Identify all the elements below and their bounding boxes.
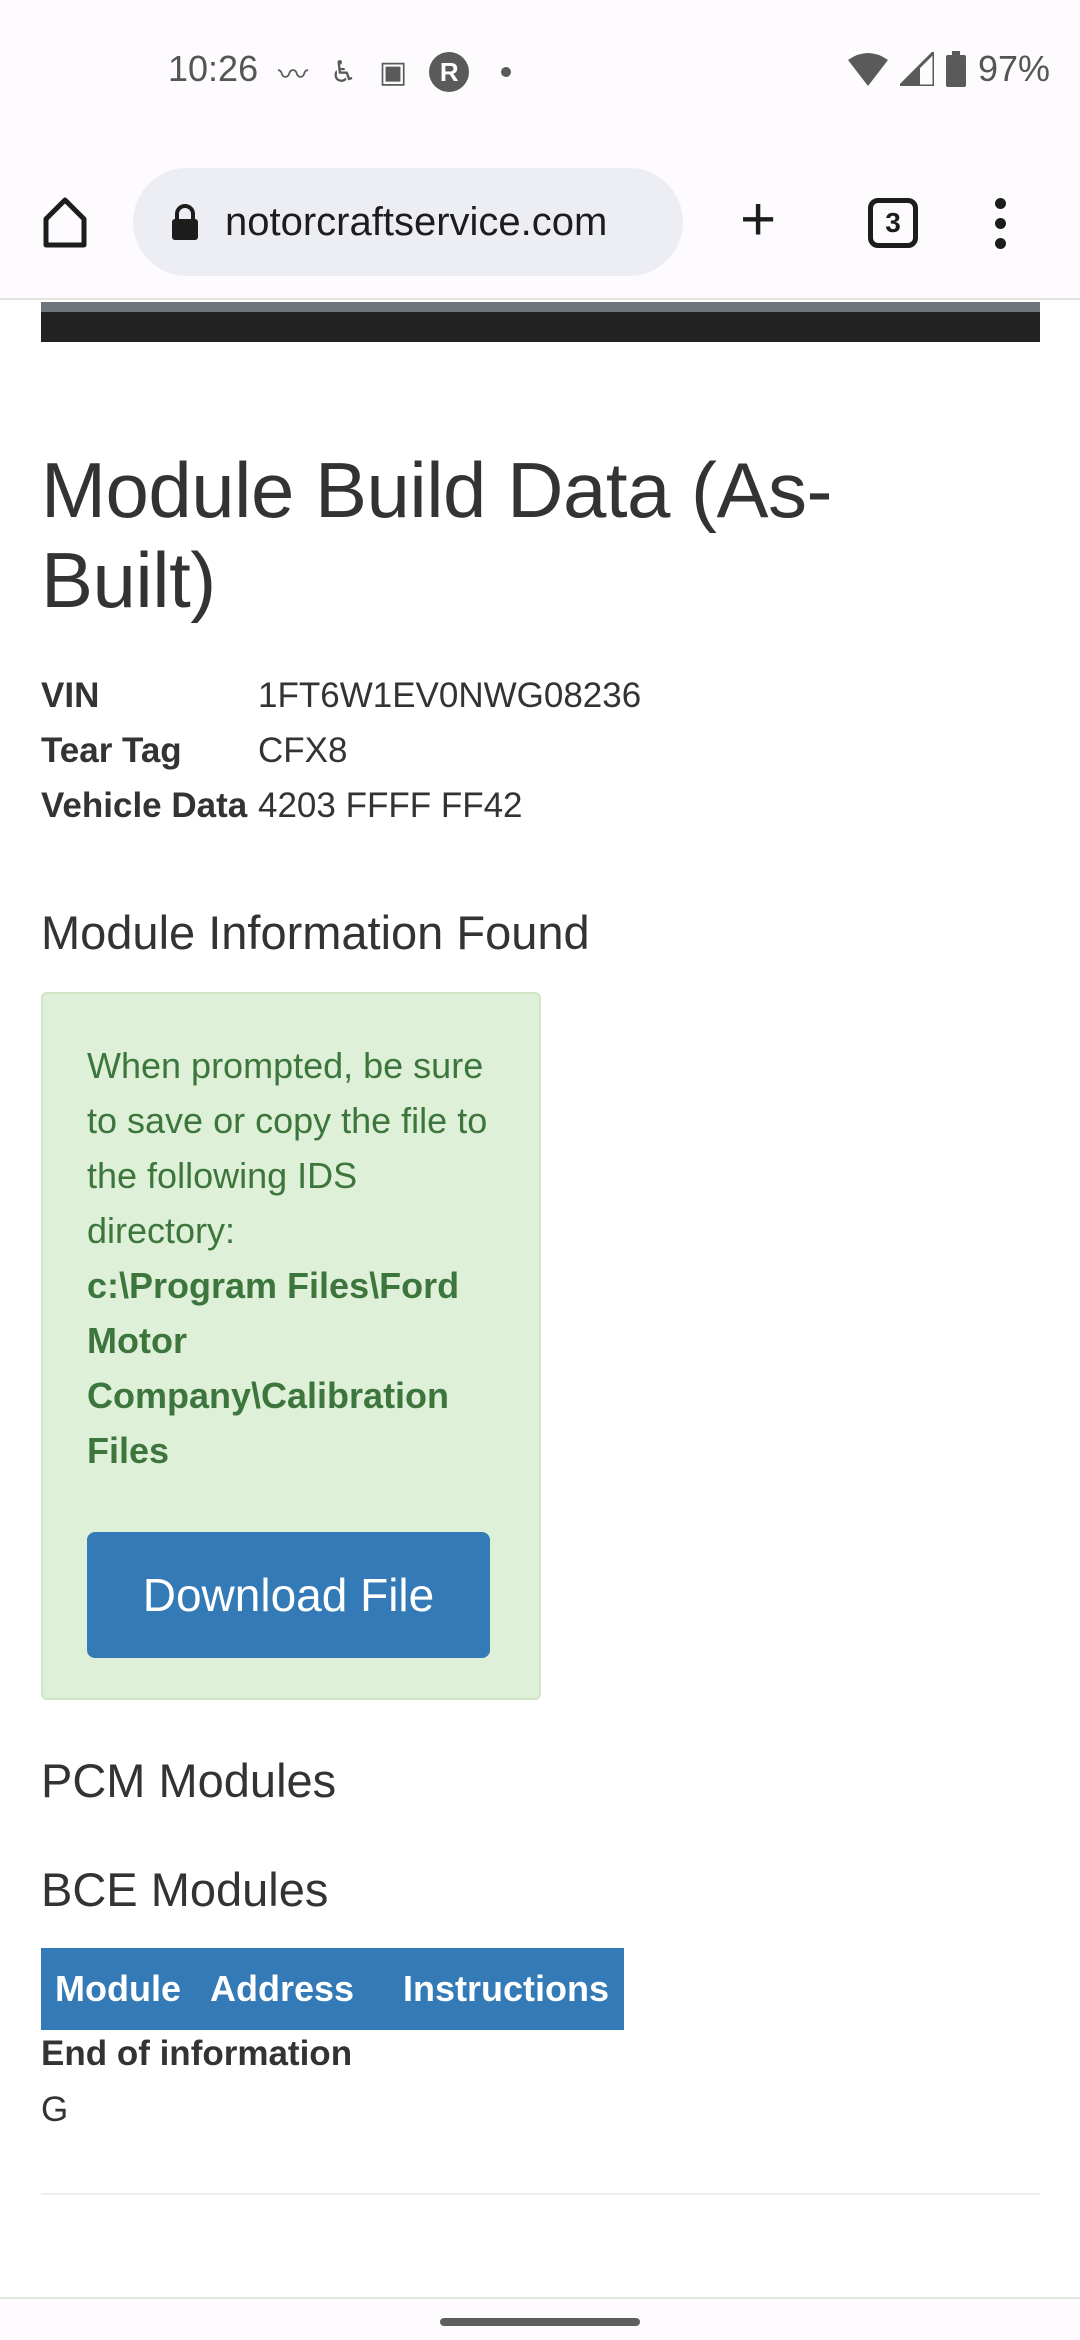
divider (41, 2193, 1040, 2195)
vin-value: 1FT6W1EV0NWG08236 (258, 676, 642, 715)
app-notification-icon: 〰 (278, 59, 308, 92)
vehicle-data-value: 4203 FFFF FF42 (258, 786, 523, 825)
success-alert: When prompted, be sure to save or copy t… (41, 992, 541, 1700)
trailing-text: G (41, 2090, 69, 2129)
more-menu-icon[interactable] (990, 198, 1010, 249)
ok-badge-icon: ▣ (378, 55, 408, 89)
tear-tag-label: Tear Tag (41, 731, 182, 770)
pcm-modules-heading: PCM Modules (41, 1754, 337, 1807)
home-icon[interactable] (38, 195, 92, 249)
new-tab-icon[interactable]: + (740, 189, 776, 251)
vehicle-info: VIN 1FT6W1EV0NWG08236 Tear Tag CFX8 Vehicl… (41, 668, 641, 833)
status-bar: 10:26 〰 ♿ ▣ R 97% (0, 0, 1080, 110)
vin-label: VIN (41, 676, 100, 715)
tear-tag-value: CFX8 (258, 731, 348, 770)
section-heading-found: Module Information Found (41, 906, 590, 959)
url-text[interactable]: notorcraftservice.com (225, 200, 607, 245)
accessibility-icon: ♿ (330, 55, 357, 89)
browser-toolbar: notorcraftservice.com + 3 (0, 110, 1080, 300)
download-file-button[interactable]: Download File (87, 1532, 490, 1658)
notification-icons: 〰 ♿ ▣ R (278, 50, 512, 94)
battery-percent: 97% (977, 48, 1050, 89)
column-module: Module (55, 1968, 181, 2009)
column-address: Address (210, 1968, 355, 2009)
page-title: Module Build Data (As-Built) (41, 446, 833, 624)
bce-modules-heading: BCE Modules (41, 1863, 329, 1916)
system-nav-bar (0, 2297, 1080, 2340)
home-gesture-handle[interactable] (440, 2318, 640, 2326)
address-bar[interactable]: notorcraftservice.com (133, 168, 683, 276)
vehicle-data-label: Vehicle Data (41, 786, 248, 825)
ids-directory-path: c:\Program Files\Ford Motor Company\Cali… (87, 1265, 460, 1471)
modules-table-header: Module Address Instructions (41, 1948, 624, 2030)
tab-switcher-button[interactable]: 3 (868, 198, 918, 248)
column-instructions: Instructions (403, 1968, 610, 2009)
r-circle-icon: R (429, 52, 470, 92)
clock: 10:26 (168, 48, 259, 89)
wifi-icon (847, 53, 888, 86)
alert-text: When prompted, be sure to save or copy t… (87, 1045, 488, 1251)
site-navbar (41, 302, 1040, 342)
more-notifications-dot-icon (501, 67, 512, 77)
end-of-information: End of information (41, 2034, 353, 2073)
battery-icon (945, 51, 966, 87)
lock-icon[interactable] (171, 204, 199, 240)
signal-icon (899, 52, 934, 86)
